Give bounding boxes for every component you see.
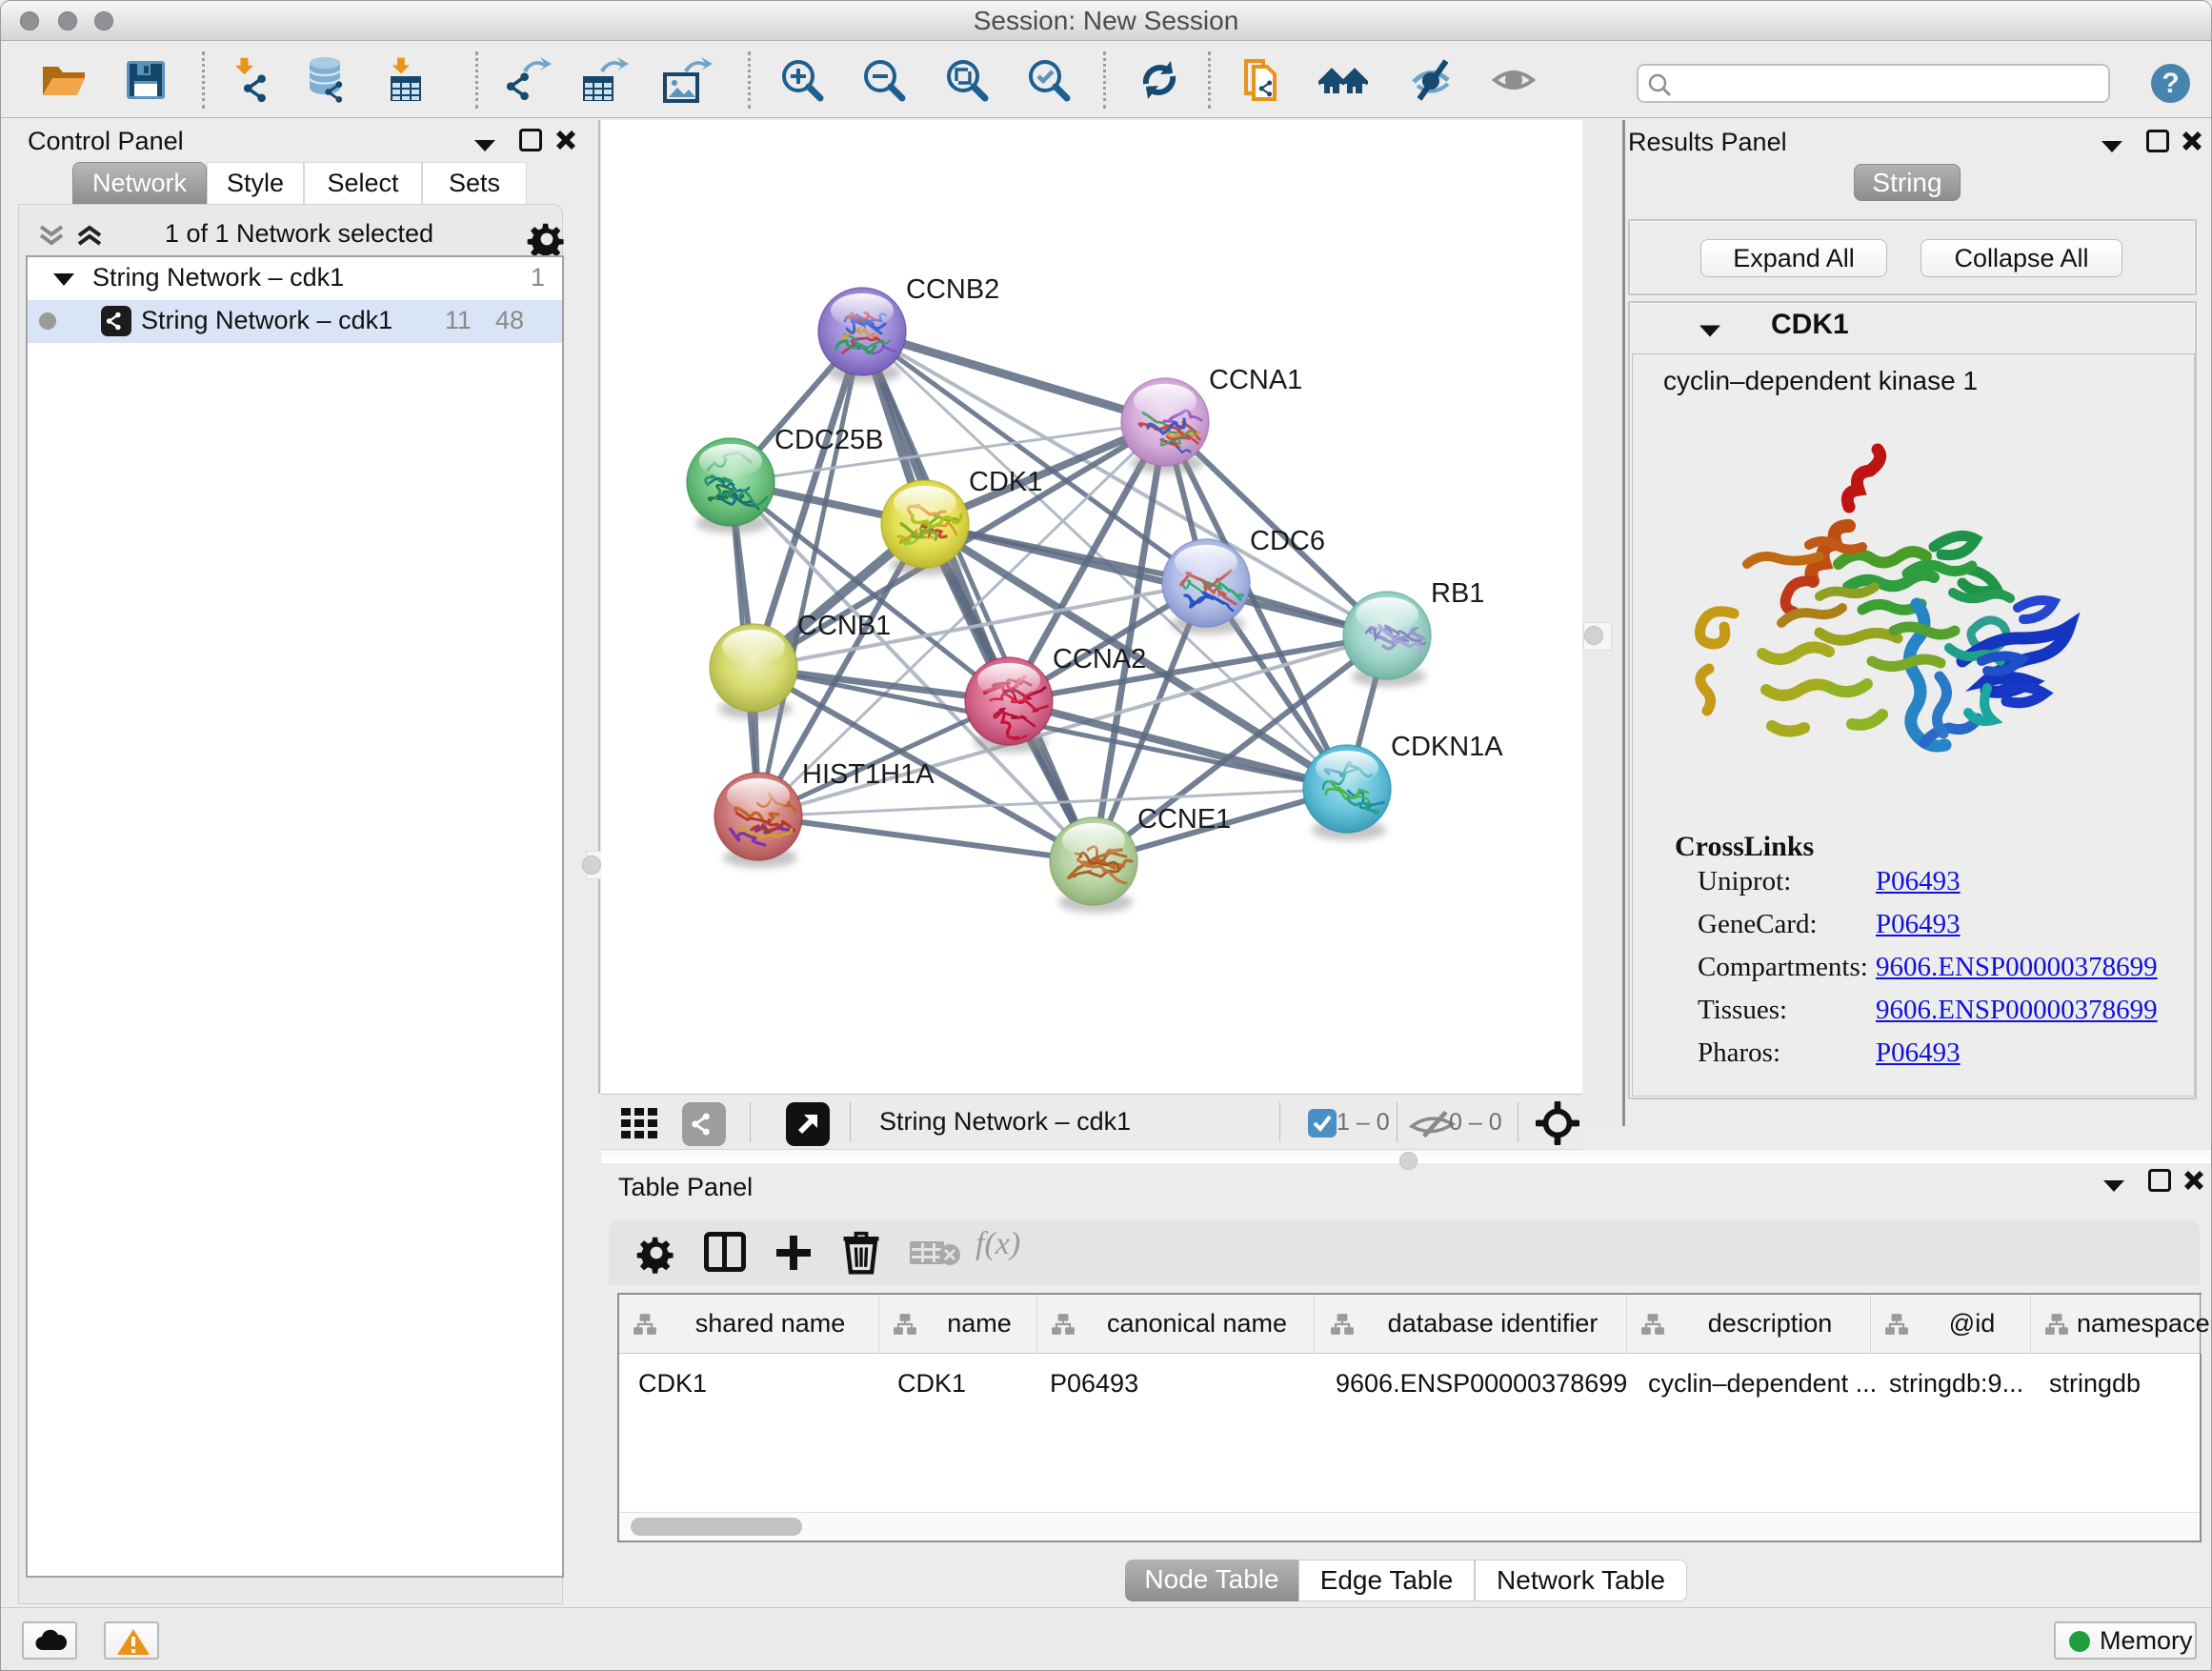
svg-text:CDC25B: CDC25B bbox=[774, 425, 883, 455]
svg-text:CDK1: CDK1 bbox=[969, 467, 1042, 497]
svg-text:CCNE1: CCNE1 bbox=[1137, 804, 1231, 835]
svg-text:CCNA2: CCNA2 bbox=[1053, 644, 1146, 674]
svg-text:RB1: RB1 bbox=[1431, 578, 1484, 609]
svg-text:CCNA1: CCNA1 bbox=[1209, 365, 1302, 395]
svg-text:CDKN1A: CDKN1A bbox=[1391, 732, 1503, 762]
svg-text:CDC6: CDC6 bbox=[1250, 526, 1325, 556]
svg-text:CCNB2: CCNB2 bbox=[906, 274, 999, 305]
svg-text:CCNB1: CCNB1 bbox=[797, 611, 891, 641]
svg-text:HIST1H1A: HIST1H1A bbox=[802, 759, 935, 790]
